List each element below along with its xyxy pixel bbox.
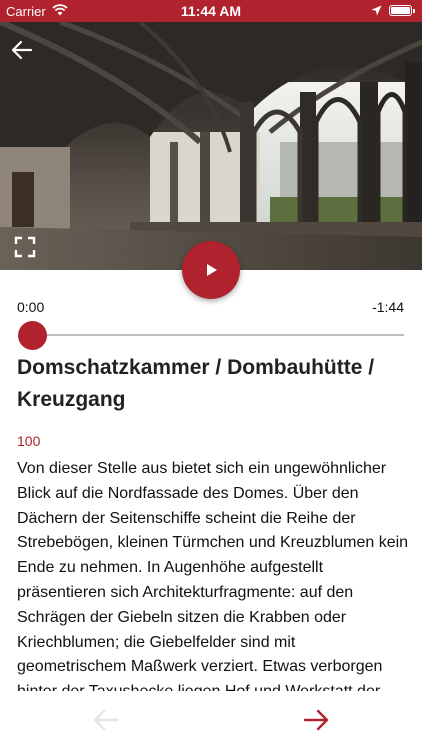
audio-progress-thumb[interactable] xyxy=(18,321,47,350)
cloister-image xyxy=(0,22,422,270)
arrow-right-icon xyxy=(303,709,329,731)
battery-icon xyxy=(389,5,415,16)
elapsed-time: 0:00 xyxy=(17,299,45,315)
stop-title: Domschatzkammer / Dombauhütte / Kreuzgan… xyxy=(17,356,375,411)
back-button[interactable] xyxy=(10,38,34,62)
fullscreen-button[interactable] xyxy=(14,236,36,258)
play-button[interactable] xyxy=(182,241,240,299)
previous-stop-button[interactable] xyxy=(92,708,120,732)
next-stop-button[interactable] xyxy=(302,708,330,732)
location-arrow-icon xyxy=(371,4,382,19)
status-time: 11:44 AM xyxy=(180,3,242,19)
audio-progress-track[interactable] xyxy=(30,334,404,336)
arrow-left-icon xyxy=(93,709,119,731)
stop-number: 100 xyxy=(17,433,41,449)
stop-description: Von dieser Stelle aus bietet sich ein un… xyxy=(17,460,409,691)
fullscreen-icon xyxy=(14,236,36,258)
status-bar: Carrier 11:44 AM xyxy=(0,0,422,22)
play-icon xyxy=(207,264,217,276)
bottom-navigation xyxy=(0,694,422,750)
remaining-time: -1:44 xyxy=(372,299,404,315)
arrow-left-icon xyxy=(11,40,33,60)
